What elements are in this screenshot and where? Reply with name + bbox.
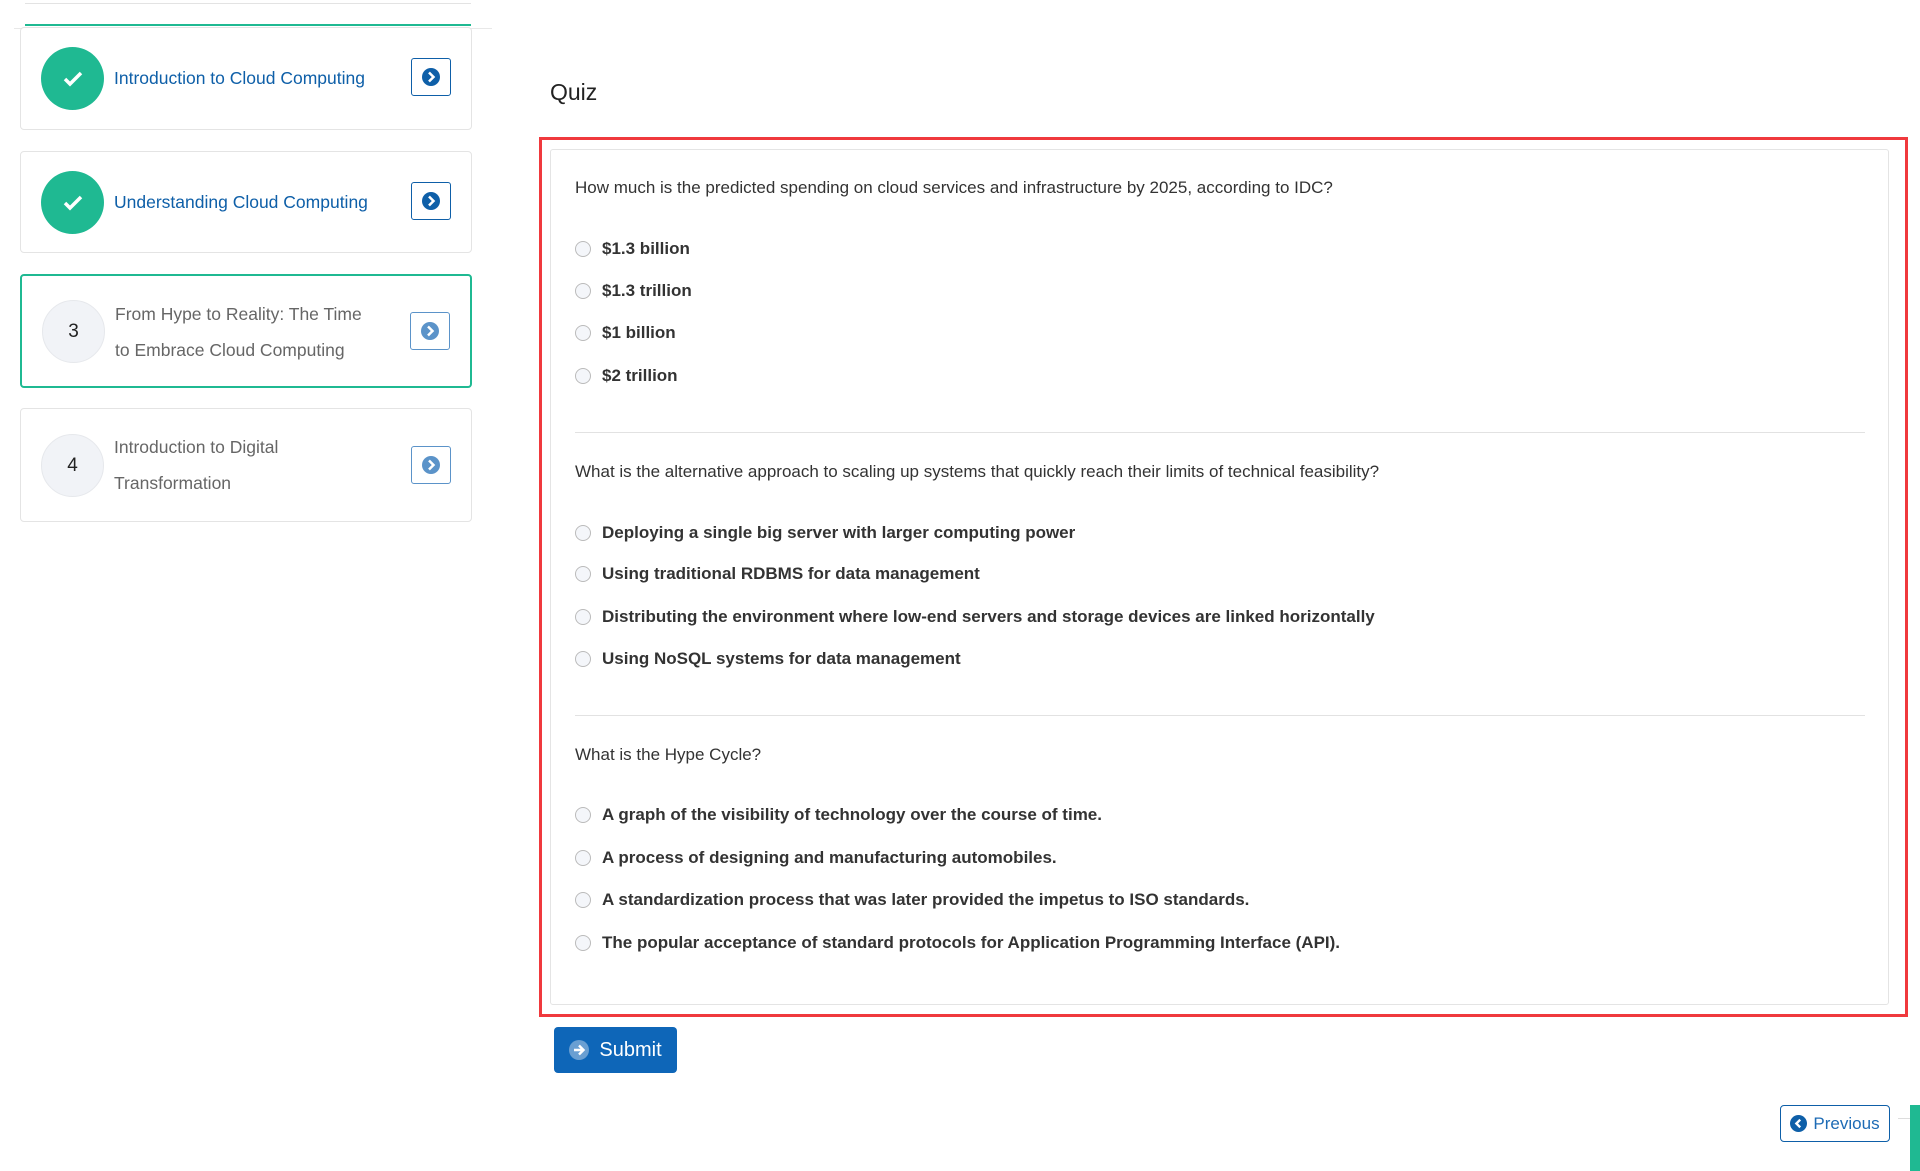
option-label: $2 trillion [602,366,678,385]
lesson-card-2[interactable]: Understanding Cloud Computing [20,151,472,253]
submit-button[interactable]: Submit [554,1027,677,1073]
lesson-title-line: Introduction to Digital [114,437,279,457]
previous-label: Previous [1813,1113,1880,1133]
radio-button[interactable] [575,850,591,866]
answer-option[interactable]: $1.3 trillion [575,281,692,301]
radio-button[interactable] [575,241,591,257]
radio-button[interactable] [575,609,591,625]
option-label: The popular acceptance of standard proto… [602,933,1341,952]
question-1-text: How much is the predicted spending on cl… [575,178,1333,197]
answer-option[interactable]: $2 trillion [575,366,678,386]
option-label: A process of designing and manufacturing… [602,848,1057,867]
option-label: Deploying a single big server with large… [602,523,1076,542]
lesson-title-line: From Hype to Reality: The Time [115,304,362,324]
open-lesson-button[interactable] [411,58,451,96]
answer-option[interactable]: Using traditional RDBMS for data managem… [575,564,980,584]
answer-option[interactable]: $1.3 billion [575,239,690,259]
lesson-title[interactable]: Understanding Cloud Computing [114,184,371,220]
option-label: Using traditional RDBMS for data managem… [602,564,980,583]
arrow-right-circle-icon [569,1040,590,1060]
lesson-card-3[interactable]: 3 From Hype to Reality: The Time to Embr… [20,274,472,388]
answer-option[interactable]: A standardization process that was later… [575,890,1249,910]
chevron-right-circle-icon [422,192,440,210]
answer-option[interactable]: A process of designing and manufacturing… [575,848,1057,868]
open-lesson-button[interactable] [410,312,450,350]
lesson-number: 4 [41,434,104,497]
radio-button[interactable] [575,525,591,541]
radio-button[interactable] [575,892,591,908]
answer-option[interactable]: Using NoSQL systems for data management [575,649,961,669]
question-3-text: What is the Hype Cycle? [575,745,762,764]
radio-button[interactable] [575,651,591,667]
radio-button[interactable] [575,566,591,582]
question-2-text: What is the alternative approach to scal… [575,462,1380,481]
lesson-number: 3 [42,300,105,363]
chevron-right-circle-icon [422,68,440,86]
option-label: A standardization process that was later… [602,890,1250,909]
option-label: $1 billion [602,323,676,342]
answer-option[interactable]: A graph of the visibility of technology … [575,805,1102,825]
divider [575,432,1865,433]
progress-line [25,24,471,26]
radio-button[interactable] [575,368,591,384]
check-icon [41,171,104,234]
lesson-card-4[interactable]: 4 Introduction to Digital Transformation [20,408,472,522]
answer-option[interactable]: Distributing the environment where low-e… [575,607,1375,627]
lesson-title[interactable]: From Hype to Reality: The Time to Embrac… [115,296,370,368]
open-lesson-button[interactable] [411,446,451,484]
answer-option[interactable]: The popular acceptance of standard proto… [575,933,1340,953]
chevron-right-circle-icon [422,456,440,474]
divider [25,3,471,4]
option-label: Distributing the environment where low-e… [602,607,1375,626]
lesson-title-line: to Embrace Cloud Computing [115,340,345,360]
option-label: A graph of the visibility of technology … [602,805,1102,824]
page-title: Quiz [550,79,598,105]
open-lesson-button[interactable] [411,182,451,220]
option-label: $1.3 trillion [602,281,692,300]
chevron-left-circle-icon [1790,1115,1808,1132]
check-icon [41,47,104,110]
radio-button[interactable] [575,325,591,341]
lesson-card-1[interactable]: Introduction to Cloud Computing [20,27,472,130]
previous-button[interactable]: Previous [1780,1105,1890,1142]
divider [1898,1118,1910,1119]
radio-button[interactable] [575,283,591,299]
lesson-title[interactable]: Introduction to Cloud Computing [114,60,371,96]
option-label: Using NoSQL systems for data management [602,649,961,668]
lesson-title[interactable]: Introduction to Digital Transformation [114,429,371,501]
side-tab[interactable] [1910,1105,1920,1171]
chevron-right-circle-icon [421,322,439,340]
divider [575,715,1865,716]
answer-option[interactable]: $1 billion [575,323,676,343]
radio-button[interactable] [575,807,591,823]
option-label: $1.3 billion [602,239,690,258]
submit-label: Submit [599,1038,662,1061]
radio-button[interactable] [575,935,591,951]
answer-option[interactable]: Deploying a single big server with large… [575,523,1075,543]
lesson-title-line: Transformation [114,473,232,493]
